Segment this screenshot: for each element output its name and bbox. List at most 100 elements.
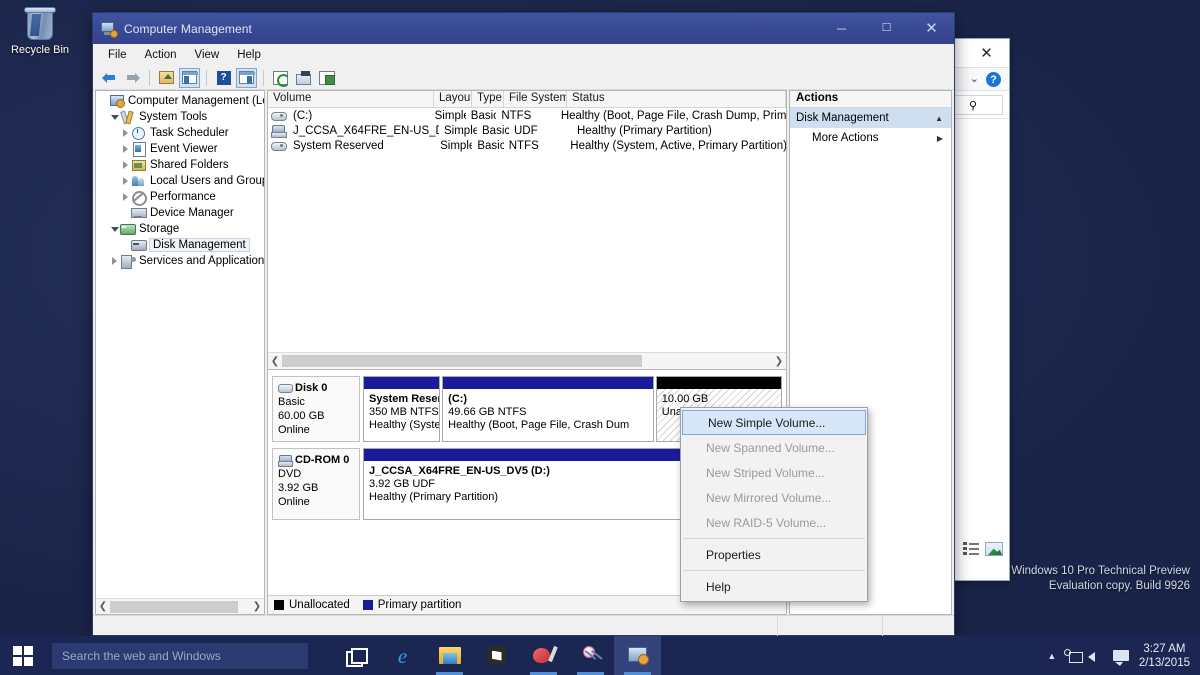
taskbar-button-file-explorer[interactable]: [426, 636, 473, 675]
scrollbar-thumb[interactable]: [110, 601, 238, 613]
properties-button[interactable]: [316, 68, 337, 88]
device-manager-icon: [131, 206, 147, 220]
menu-item-file[interactable]: File: [99, 47, 136, 63]
chevron-down-icon[interactable]: ⌄: [970, 72, 979, 85]
clock[interactable]: 3:27 AM 2/13/2015: [1135, 642, 1200, 670]
column-header-volume[interactable]: Volume: [268, 91, 434, 107]
event-viewer-icon: [131, 142, 147, 156]
volume-list-empty-area: [268, 153, 786, 352]
menu-item-help[interactable]: Help: [228, 47, 270, 63]
tree-item-event-viewer[interactable]: Event Viewer: [96, 141, 264, 157]
scroll-left-button[interactable]: ❮: [268, 354, 282, 368]
column-header-type[interactable]: Type: [472, 91, 504, 107]
action-center-icon[interactable]: [1109, 648, 1135, 664]
taskbar-button-computer-management[interactable]: [614, 636, 661, 675]
collapse-triangle-icon[interactable]: [109, 227, 120, 232]
help-button[interactable]: ?: [213, 68, 234, 88]
show-hidden-icons-button[interactable]: ▲: [1041, 651, 1063, 661]
search-input[interactable]: Search the web and Windows: [52, 643, 308, 669]
scroll-right-button[interactable]: ❯: [772, 354, 786, 368]
start-button[interactable]: [0, 636, 46, 675]
background-window-view-switcher[interactable]: [963, 542, 1003, 556]
chevron-right-icon[interactable]: ▶: [937, 134, 943, 143]
context-menu-item-new-simple-volume[interactable]: New Simple Volume...: [682, 410, 866, 435]
close-icon[interactable]: ✕: [964, 39, 1009, 67]
tree-item-task-scheduler[interactable]: Task Scheduler: [96, 125, 264, 141]
column-header-layout[interactable]: Layout: [434, 91, 472, 107]
scrollbar-track[interactable]: [110, 601, 250, 613]
refresh-button[interactable]: [270, 68, 291, 88]
partition-block[interactable]: System Reservec350 MB NTFSHealthy (Syste…: [363, 376, 440, 442]
taskbar-button-task-view[interactable]: [332, 636, 379, 675]
help-icon[interactable]: ?: [986, 72, 1001, 87]
chevron-up-icon[interactable]: ▲: [935, 114, 943, 123]
taskbar-button-store[interactable]: [473, 636, 520, 675]
tree-item-performance[interactable]: Performance: [96, 189, 264, 205]
scroll-right-button[interactable]: ❯: [250, 600, 264, 614]
menu-item-view[interactable]: View: [186, 47, 229, 63]
details-view-icon[interactable]: [963, 542, 979, 556]
export-list-button[interactable]: [293, 68, 314, 88]
legend-label: Primary partition: [378, 599, 462, 611]
tree-item-system-tools[interactable]: System Tools: [96, 109, 264, 125]
expand-triangle-icon[interactable]: [120, 161, 131, 169]
volume-icon[interactable]: [1085, 648, 1109, 664]
performance-icon: [131, 190, 147, 204]
shared-folders-icon: [131, 158, 147, 172]
menu-item-action[interactable]: Action: [136, 47, 186, 63]
tree-horizontal-scrollbar[interactable]: ❮ ❯: [96, 598, 264, 614]
disk-info-panel[interactable]: CD-ROM 0DVD3.92 GBOnline: [272, 448, 360, 520]
tree-item-device-manager[interactable]: Device Manager: [96, 205, 264, 221]
expand-triangle-icon[interactable]: [120, 177, 131, 185]
tree-item-services-and-applications[interactable]: Services and Applications: [96, 253, 264, 269]
volume-list-horizontal-scrollbar[interactable]: ❮ ❯: [268, 352, 786, 369]
expand-triangle-icon[interactable]: [120, 129, 131, 137]
taskbar-button-internet-explorer[interactable]: e: [379, 636, 426, 675]
tree-item-shared-folders[interactable]: Shared Folders: [96, 157, 264, 173]
volume-row[interactable]: J_CCSA_X64FRE_EN-US_DV5 (D:)SimpleBasicU…: [268, 123, 786, 138]
tree-item-computer-management-local[interactable]: Computer Management (Local: [96, 93, 264, 109]
minimize-button[interactable]: ─: [819, 13, 864, 44]
close-button[interactable]: ✕: [909, 13, 954, 44]
network-icon[interactable]: [1063, 648, 1085, 664]
scrollbar-track[interactable]: [282, 355, 772, 367]
disk-info-panel[interactable]: Disk 0Basic60.00 GBOnline: [272, 376, 360, 442]
tree-item-disk-management[interactable]: Disk Management: [96, 237, 264, 253]
context-menu-item-properties[interactable]: Properties: [681, 542, 867, 567]
title-bar[interactable]: Computer Management ─ ☐ ✕: [93, 13, 954, 44]
refresh-icon: [273, 71, 288, 85]
actions-header: Actions: [790, 91, 951, 108]
large-icons-view-icon[interactable]: [985, 542, 1003, 556]
taskbar-button-snipping-tool[interactable]: [567, 636, 614, 675]
file-explorer-icon: [439, 647, 461, 664]
collapse-triangle-icon[interactable]: [109, 115, 120, 120]
column-header-status[interactable]: Status: [567, 91, 786, 107]
taskbar-button-paint[interactable]: [520, 636, 567, 675]
expand-triangle-icon[interactable]: [120, 193, 131, 201]
disk-name: CD-ROM 0: [295, 453, 349, 467]
expand-triangle-icon[interactable]: [120, 145, 131, 153]
action-pane-icon: [239, 71, 254, 84]
scrollbar-thumb[interactable]: [282, 355, 642, 367]
recycle-bin-label: Recycle Bin: [6, 44, 74, 56]
context-menu-item-help[interactable]: Help: [681, 574, 867, 599]
expand-triangle-icon[interactable]: [109, 257, 120, 265]
tree-item-label: Disk Management: [150, 239, 249, 251]
show-action-pane-button[interactable]: [236, 68, 257, 88]
action-item-disk-management[interactable]: Disk Management▲: [790, 108, 951, 128]
volume-row[interactable]: (C:)SimpleBasicNTFSHealthy (Boot, Page F…: [268, 108, 786, 123]
back-button[interactable]: [99, 68, 120, 88]
tree-item-storage[interactable]: Storage: [96, 221, 264, 237]
tree-item-local-users-and-groups[interactable]: Local Users and Groups: [96, 173, 264, 189]
show-console-tree-button[interactable]: [179, 68, 200, 88]
maximize-button[interactable]: ☐: [864, 13, 909, 44]
action-item-more-actions[interactable]: More Actions▶: [790, 128, 951, 148]
forward-button[interactable]: [122, 68, 143, 88]
disk-state: Online: [278, 495, 354, 509]
volume-row[interactable]: System ReservedSimpleBasicNTFSHealthy (S…: [268, 138, 786, 153]
partition-block[interactable]: (C:)49.66 GB NTFSHealthy (Boot, Page Fil…: [442, 376, 654, 442]
column-header-file-system[interactable]: File System: [504, 91, 567, 107]
scroll-left-button[interactable]: ❮: [96, 600, 110, 614]
up-one-level-button[interactable]: [156, 68, 177, 88]
recycle-bin-desktop-icon[interactable]: Recycle Bin: [6, 4, 74, 66]
